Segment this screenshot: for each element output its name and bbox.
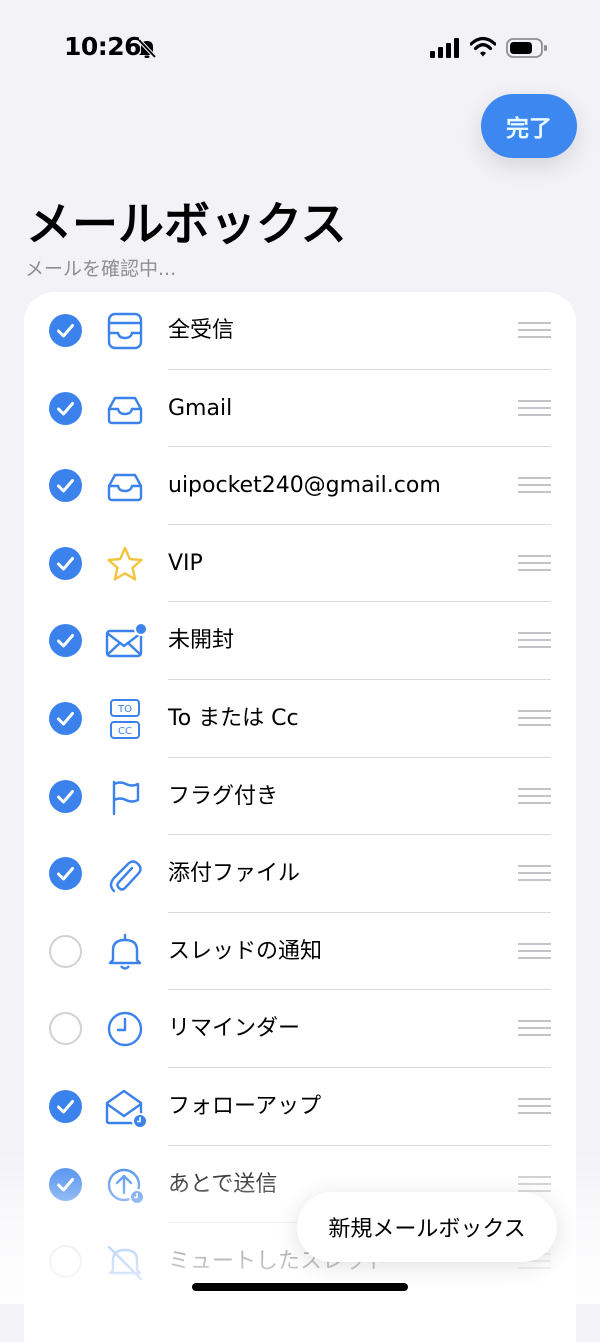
paperclip-icon: [109, 860, 142, 893]
new-mailbox-button[interactable]: 新規メールボックス: [297, 1192, 557, 1262]
mailbox-label: 添付ファイル: [168, 861, 301, 887]
mailbox-label: リマインダー: [168, 1016, 301, 1042]
wifi-icon: [470, 36, 496, 57]
unchecked-checkbox[interactable]: [49, 934, 82, 968]
mailbox-label: あとで送信: [168, 1171, 278, 1197]
reorder-handle-icon[interactable]: [518, 710, 551, 728]
mailbox-row[interactable]: スレッドの通知: [24, 913, 576, 991]
checked-checkbox[interactable]: [49, 1090, 82, 1123]
reorder-handle-icon[interactable]: [518, 554, 551, 573]
reorder-handle-icon[interactable]: [518, 399, 551, 418]
page-subtitle: メールを確認中...: [25, 258, 177, 280]
mailbox-row[interactable]: 全受信: [24, 292, 576, 370]
checked-checkbox[interactable]: [49, 702, 82, 735]
reorder-handle-icon[interactable]: [518, 787, 551, 806]
reorder-handle-icon[interactable]: [518, 477, 551, 495]
reorder-handle-icon[interactable]: [518, 865, 551, 883]
checked-checkbox[interactable]: [49, 391, 82, 425]
status-time: 10:26: [64, 32, 142, 61]
mailbox-label: Gmail: [168, 395, 233, 421]
star-icon: [107, 546, 143, 581]
checked-checkbox[interactable]: [49, 469, 82, 503]
mailbox-label: 未開封: [168, 628, 235, 654]
svg-text:CC: CC: [118, 726, 132, 737]
envelope-open-clock-icon: [105, 1089, 146, 1127]
mailbox-label: To または Cc: [168, 706, 299, 731]
reorder-handle-icon[interactable]: [518, 1098, 551, 1116]
mailbox-label: フォローアップ: [168, 1094, 322, 1119]
bell-icon: [108, 933, 142, 970]
signal-icon: [430, 38, 459, 58]
mailbox-label: VIP: [168, 550, 203, 576]
page-title: メールボックス: [26, 197, 347, 251]
inbox-tray-icon: [107, 473, 143, 502]
status-bar: 10:26: [0, 0, 600, 96]
checked-checkbox[interactable]: [49, 1167, 82, 1201]
mailbox-row[interactable]: フォローアップ: [24, 1068, 576, 1146]
flag-icon: [112, 780, 140, 815]
inbox-tray-icon: [107, 396, 143, 424]
mailbox-row[interactable]: TO CC To または Cc: [24, 680, 576, 758]
unchecked-checkbox[interactable]: [49, 1245, 82, 1279]
send-later-icon: [107, 1168, 145, 1205]
envelope-badge-icon: [105, 622, 146, 658]
clock-icon: [107, 1012, 143, 1047]
battery-icon: [506, 38, 547, 58]
checked-checkbox[interactable]: [49, 546, 82, 580]
mailbox-row[interactable]: uipocket240@gmail.com: [24, 447, 576, 525]
mailbox-row[interactable]: 未開封: [24, 602, 576, 680]
mailbox-row[interactable]: VIP: [24, 525, 576, 603]
svg-text:TO: TO: [117, 704, 132, 715]
tray-stack-icon: [107, 312, 143, 350]
mailbox-row[interactable]: フラグ付き: [24, 758, 576, 836]
done-button[interactable]: 完了: [481, 94, 577, 158]
bell-slash-icon: [137, 38, 157, 59]
reorder-handle-icon[interactable]: [518, 632, 551, 650]
mailbox-label: スレッドの通知: [168, 938, 323, 964]
checked-checkbox[interactable]: [49, 779, 82, 813]
reorder-handle-icon[interactable]: [518, 322, 551, 340]
mailbox-label: 全受信: [168, 318, 235, 343]
to-cc-icon: TO CC: [110, 699, 140, 739]
checked-checkbox[interactable]: [49, 857, 82, 891]
mailbox-row[interactable]: Gmail: [24, 370, 576, 448]
home-indicator: [192, 1283, 408, 1291]
checked-checkbox[interactable]: [49, 624, 82, 658]
reorder-handle-icon[interactable]: [518, 1020, 551, 1038]
bell-slash-icon: [107, 1245, 143, 1281]
mailbox-list: 全受信 Gmail uipocket240@gmail.com VIP 未開封 TO CC T…: [24, 292, 576, 1342]
mailbox-row[interactable]: リマインダー: [24, 990, 576, 1068]
mailbox-row[interactable]: 添付ファイル: [24, 835, 576, 913]
checked-checkbox[interactable]: [49, 314, 82, 347]
mailbox-label: uipocket240@gmail.com: [168, 473, 441, 499]
reorder-handle-icon[interactable]: [518, 942, 551, 961]
unchecked-checkbox[interactable]: [49, 1012, 82, 1046]
mailbox-label: フラグ付き: [168, 783, 279, 809]
reorder-handle-icon[interactable]: [518, 1175, 551, 1194]
